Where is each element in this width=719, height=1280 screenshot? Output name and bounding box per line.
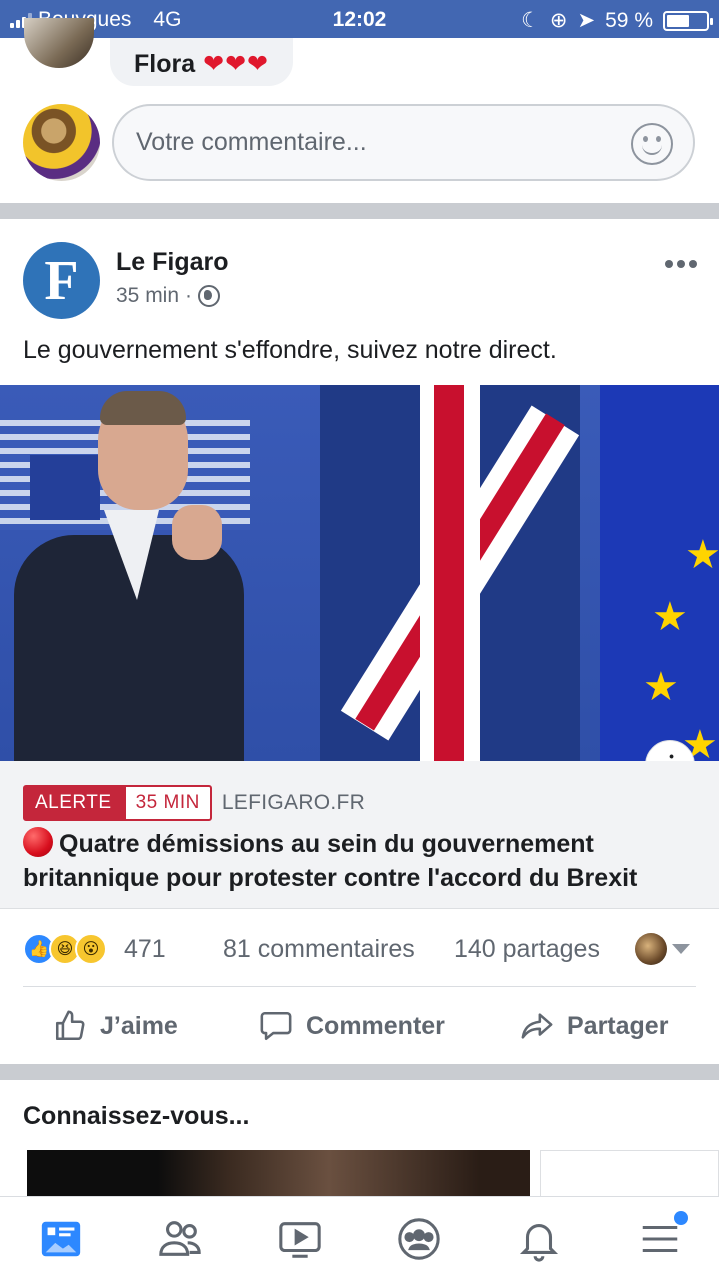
avatar[interactable] <box>24 18 94 68</box>
link-domain: LEFIGARO.FR <box>221 791 366 814</box>
post-text: Le gouvernement s'effondre, suivez notre… <box>23 336 557 364</box>
battery-icon <box>663 10 713 31</box>
suggestion-card[interactable] <box>27 1150 530 1200</box>
post-image[interactable]: ★ ★ ★ ★ <box>0 385 719 761</box>
reaction-icons[interactable]: 👍 😆 😮 <box>23 933 107 965</box>
post-meta: 35 min · <box>116 284 221 308</box>
friends-icon[interactable] <box>156 1215 204 1263</box>
globe-icon <box>198 285 221 307</box>
chevron-down-icon[interactable] <box>672 944 690 954</box>
status-icons: ☾ ⊕ ➤ 59 % <box>521 8 713 33</box>
status-bar: Bouygues 4G 12:02 ☾ ⊕ ➤ 59 % <box>0 0 719 38</box>
comment-bubble[interactable]: Flora ❤❤❤ <box>110 38 293 86</box>
comment-author[interactable]: Flora <box>134 50 195 79</box>
share-arrow-icon <box>519 1008 555 1044</box>
alert-tag: ALERTE <box>23 785 124 821</box>
red-circle-icon <box>23 827 53 857</box>
post-header: F Le Figaro 35 min · <box>0 240 719 320</box>
eu-flag: ★ ★ ★ ★ <box>600 385 719 761</box>
speech-bubble-icon <box>258 1008 294 1044</box>
menu-icon[interactable] <box>636 1211 688 1263</box>
post-time[interactable]: 35 min <box>116 284 179 308</box>
notifications-icon[interactable] <box>515 1215 563 1263</box>
thumbs-up-icon <box>52 1008 88 1044</box>
comments-count[interactable]: 81 commentaires <box>223 935 415 964</box>
more-options-icon[interactable] <box>665 260 697 268</box>
rotation-lock-icon: ⊕ <box>549 9 568 32</box>
comment-button[interactable]: Commenter <box>258 1008 445 1044</box>
link-tags: ALERTE 35 MIN LEFIGARO.FR <box>23 785 365 821</box>
suggestions-title: Connaissez-vous... <box>23 1102 250 1130</box>
battery-percent: 59 % <box>605 8 653 32</box>
previous-comment: Flora ❤❤❤ <box>0 18 719 90</box>
comment-label: Commenter <box>306 1011 445 1040</box>
news-feed-icon[interactable] <box>37 1215 85 1263</box>
union-jack-flag <box>320 385 580 761</box>
suggestion-card[interactable] <box>540 1150 719 1200</box>
groups-icon[interactable] <box>395 1215 443 1263</box>
comment-input[interactable]: Votre commentaire... <box>112 104 695 181</box>
notification-dot <box>674 1211 688 1225</box>
person-hand <box>172 505 222 560</box>
feed-divider <box>0 1064 719 1080</box>
link-preview[interactable]: ALERTE 35 MIN LEFIGARO.FR Quatre démissi… <box>0 761 719 909</box>
reaction-count[interactable]: 471 <box>124 935 166 964</box>
comment-composer: Votre commentaire... <box>0 100 719 188</box>
post-stats: 👍 😆 😮 471 81 commentaires 140 partages <box>0 925 719 973</box>
feed-divider <box>0 203 719 219</box>
share-button[interactable]: Partager <box>519 1008 668 1044</box>
emoji-picker-icon[interactable] <box>631 123 673 165</box>
viewer-avatar[interactable] <box>635 933 667 965</box>
action-divider <box>23 986 696 987</box>
shares-count[interactable]: 140 partages <box>454 935 600 964</box>
watch-icon[interactable] <box>276 1215 324 1263</box>
page-logo[interactable]: F <box>23 242 100 319</box>
share-label: Partager <box>567 1011 669 1040</box>
time-tag: 35 MIN <box>123 785 212 821</box>
my-avatar <box>23 104 100 181</box>
post-actions: J’aime Commenter Partager <box>0 1000 719 1054</box>
background-flag <box>30 455 100 520</box>
moon-icon: ☾ <box>521 9 540 32</box>
wow-reaction-icon: 😮 <box>75 933 107 965</box>
link-title-text: Quatre démissions au sein du gouvernemen… <box>23 830 638 892</box>
like-label: J’aime <box>100 1011 178 1040</box>
comment-placeholder: Votre commentaire... <box>136 128 367 156</box>
page-name[interactable]: Le Figaro <box>116 248 229 277</box>
like-button[interactable]: J’aime <box>52 1008 178 1044</box>
location-icon: ➤ <box>577 9 596 32</box>
heart-emoji-icon: ❤❤❤ <box>203 50 269 78</box>
person-hair <box>100 391 186 425</box>
meta-separator: · <box>185 284 193 307</box>
link-title[interactable]: Quatre démissions au sein du gouvernemen… <box>23 827 703 895</box>
bottom-navigation <box>0 1196 719 1280</box>
